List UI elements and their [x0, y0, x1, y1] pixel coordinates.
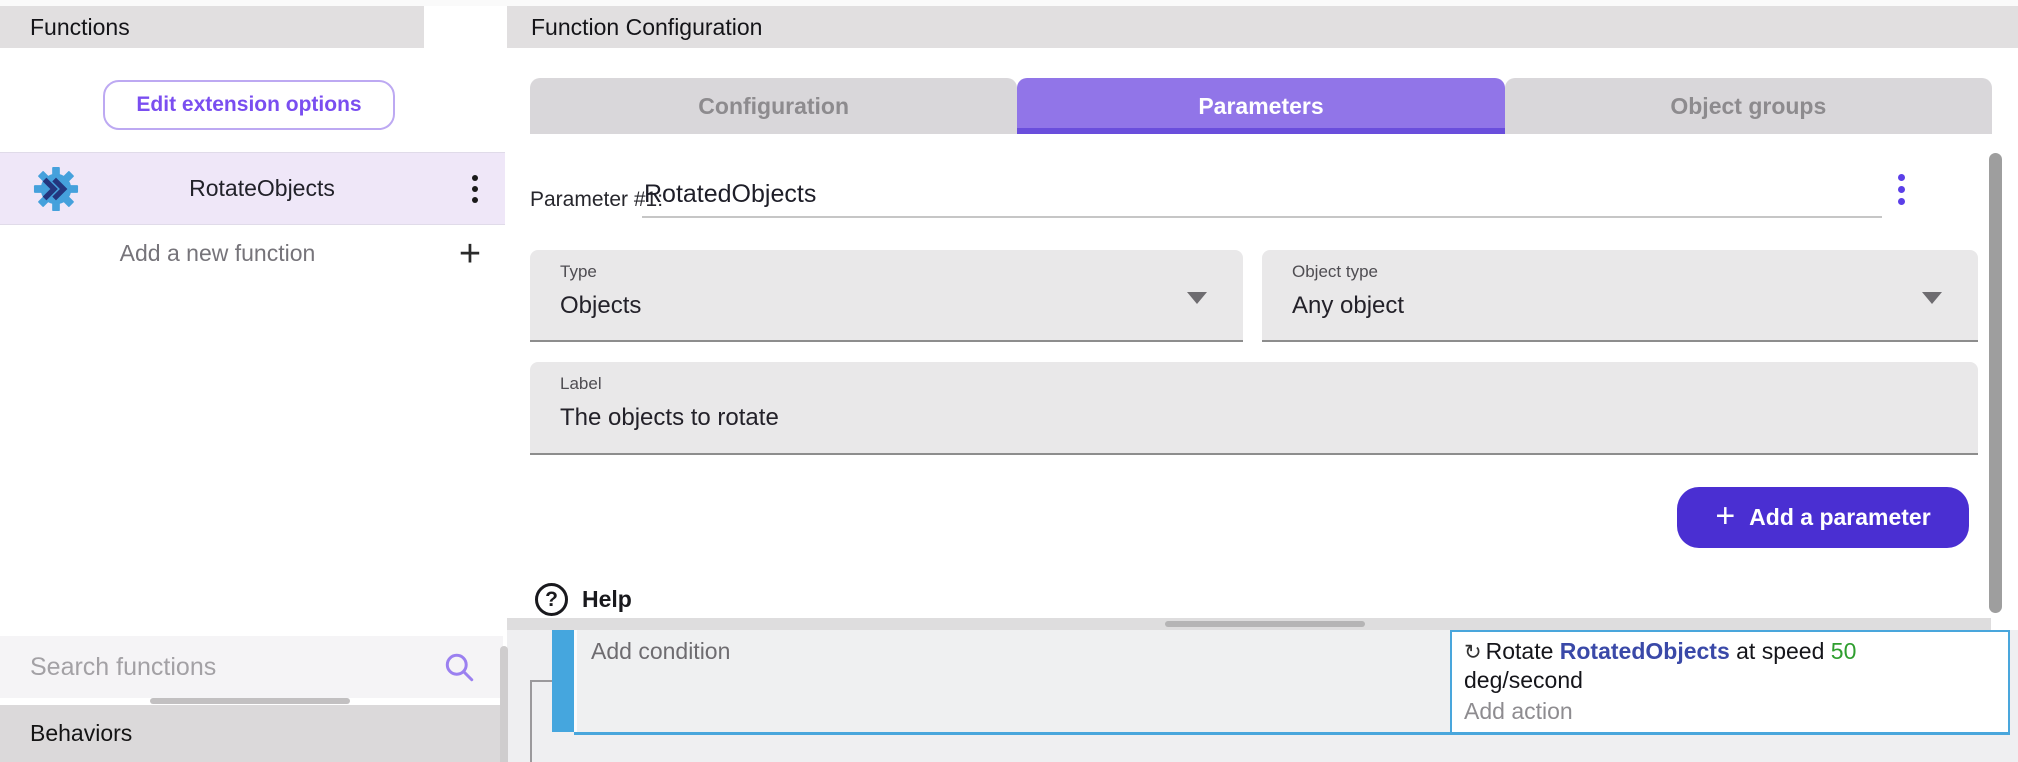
search-functions-bar	[0, 636, 503, 698]
tab-parameters[interactable]: Parameters	[1017, 78, 1504, 134]
rotate-action-icon: ↻	[1464, 641, 1482, 664]
events-scrollbar-cap	[1991, 618, 2018, 630]
action-unit-text: deg/second	[1464, 666, 1996, 695]
action-middle-text: at speed	[1736, 638, 1824, 664]
sidebar-horizontal-scrollbar[interactable]	[150, 698, 350, 704]
event-tree-connector-horizontal	[530, 680, 552, 682]
tab-configuration[interactable]: Configuration	[530, 78, 1017, 134]
app-root: Functions Edit extension options	[0, 0, 2018, 762]
event-actions-cell[interactable]: ↻Rotate RotatedObjects at speed 50 deg/s…	[1450, 630, 2010, 732]
add-function-row[interactable]: Add a new function +	[0, 226, 505, 281]
label-input[interactable]: Label The objects to rotate	[530, 362, 1978, 455]
sidebar-vertical-scrollbar[interactable]	[500, 646, 508, 762]
event-body: Add condition ↻Rotate RotatedObjects at …	[574, 630, 2010, 735]
plus-icon: +	[1715, 499, 1735, 533]
event-drag-handle[interactable]	[552, 630, 574, 732]
event-conditions-cell[interactable]: Add condition	[574, 630, 1450, 732]
event-tree-connector-vertical	[530, 680, 532, 762]
help-icon: ?	[535, 583, 568, 616]
function-configuration-header: Function Configuration	[507, 6, 2018, 48]
add-function-label: Add a new function	[0, 240, 435, 267]
dropdown-arrow-icon	[1187, 292, 1207, 304]
object-type-select[interactable]: Object type Any object	[1262, 250, 1978, 342]
action-speed-value: 50	[1831, 638, 1857, 664]
dropdown-arrow-icon	[1922, 292, 1942, 304]
event-row[interactable]: Add condition ↻Rotate RotatedObjects at …	[552, 630, 2010, 735]
functions-panel-header: Functions	[0, 6, 424, 48]
add-action-link[interactable]: Add action	[1464, 697, 1996, 726]
object-type-select-label: Object type	[1292, 262, 1378, 282]
add-parameter-label: Add a parameter	[1749, 504, 1931, 531]
edit-extension-options-button[interactable]: Edit extension options	[103, 80, 395, 130]
object-type-select-value: Any object	[1292, 292, 1404, 320]
tab-object-groups[interactable]: Object groups	[1505, 78, 1992, 134]
action-sentence[interactable]: ↻Rotate RotatedObjects at speed 50 deg/s…	[1464, 637, 1996, 695]
page-title: Function Configuration	[531, 14, 762, 41]
function-gear-icon	[33, 166, 79, 212]
behaviors-title: Behaviors	[30, 720, 132, 747]
events-sheet-panel: Add condition ↻Rotate RotatedObjects at …	[507, 618, 2018, 762]
action-object-name: RotatedObjects	[1560, 638, 1730, 664]
label-input-value: The objects to rotate	[560, 404, 779, 432]
events-horizontal-scrollbar[interactable]	[1165, 621, 1365, 627]
function-options-menu-icon[interactable]	[445, 175, 505, 203]
type-select[interactable]: Type Objects	[530, 250, 1243, 342]
add-function-plus-icon[interactable]: +	[435, 235, 505, 273]
search-icon	[441, 649, 477, 685]
function-list-item-rotateobjects[interactable]: RotateObjects	[0, 152, 505, 225]
type-select-label: Type	[560, 262, 597, 282]
label-input-label: Label	[560, 374, 602, 394]
help-link[interactable]: ? Help	[535, 583, 632, 616]
search-functions-input[interactable]	[0, 652, 441, 683]
type-select-value: Objects	[560, 292, 641, 320]
parameter-options-menu-icon[interactable]	[1898, 174, 1905, 205]
add-parameter-button[interactable]: + Add a parameter	[1677, 487, 1969, 548]
main-vertical-scrollbar[interactable]	[1989, 153, 2002, 613]
add-condition-link[interactable]: Add condition	[591, 638, 730, 664]
function-name: RotateObjects	[79, 175, 445, 202]
tab-bar: Configuration Parameters Object groups	[530, 78, 1992, 134]
help-label: Help	[582, 586, 632, 613]
parameter-name-input[interactable]	[642, 172, 1882, 218]
functions-title: Functions	[30, 14, 130, 41]
behaviors-panel-header: Behaviors	[0, 705, 505, 762]
action-verb: Rotate	[1486, 638, 1554, 664]
